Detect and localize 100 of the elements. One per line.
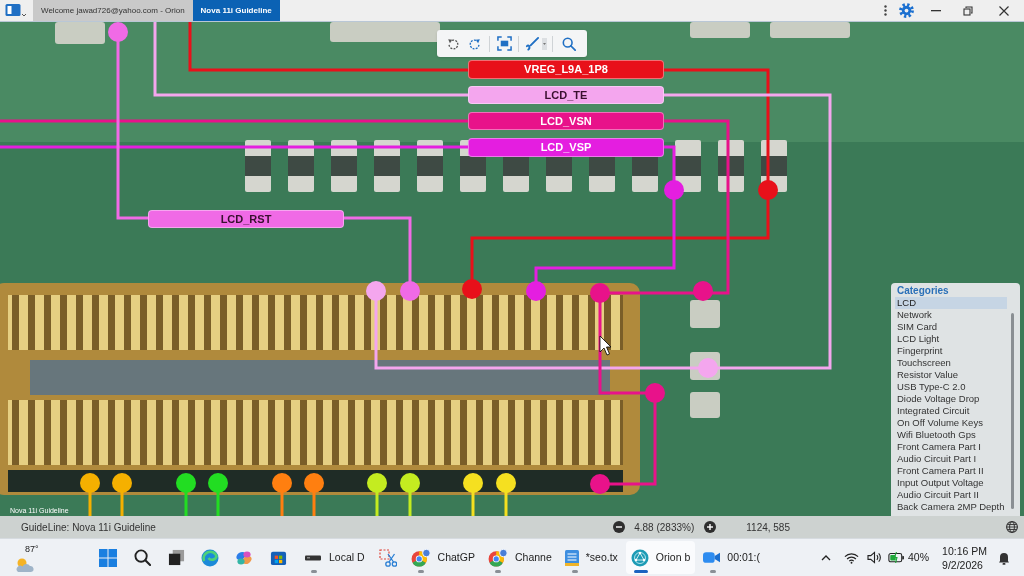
category-item[interactable]: Audio Circuit Part I xyxy=(895,453,1007,465)
zoom-level: 4.88 (2833%) xyxy=(634,520,695,535)
chip-component xyxy=(245,140,271,192)
category-item[interactable]: Diode Voltage Drop xyxy=(895,393,1007,405)
restore-icon[interactable] xyxy=(963,5,973,16)
running-indicator-icon xyxy=(710,570,717,573)
chip-component xyxy=(690,392,720,418)
category-item[interactable]: Wifi Bluetooth Gps xyxy=(895,429,1007,441)
running-indicator-icon xyxy=(311,570,317,573)
category-item[interactable]: Input Output Voltage xyxy=(895,477,1007,489)
net-label[interactable]: VREG_L9A_1P8 xyxy=(468,60,664,79)
category-item[interactable]: USB Type-C 2.0 xyxy=(895,381,1007,393)
tab[interactable]: Welcome jawad726@yahoo.com - Orion xyxy=(33,0,193,21)
net-label[interactable]: LCD_VSP xyxy=(468,138,664,157)
category-item[interactable]: Audio Circuit Part II xyxy=(895,489,1007,501)
taskbar-app-button[interactable]: *seo.tx xyxy=(559,541,623,574)
fit-to-screen-icon[interactable] xyxy=(496,36,512,51)
rotate-right-icon[interactable] xyxy=(468,36,482,51)
chip-component xyxy=(55,22,105,44)
chevron-up-icon[interactable] xyxy=(821,554,832,561)
taskbar-app-button[interactable]: Local D xyxy=(299,541,370,574)
net-label[interactable]: LCD_TE xyxy=(468,86,664,104)
guideline-status: GuideLine: Nova 11i Guideline xyxy=(21,520,156,535)
clock-time[interactable]: 10:16 PM xyxy=(942,543,987,558)
category-item[interactable]: Integrated Circuit xyxy=(895,405,1007,417)
drive-icon xyxy=(304,554,322,561)
category-item[interactable]: Touchscreen xyxy=(895,357,1007,369)
taskbar-app-button[interactable]: Channe xyxy=(482,541,557,574)
app-menu-icon[interactable] xyxy=(5,2,27,19)
category-item[interactable]: SIM Card xyxy=(895,321,1007,333)
chip-component xyxy=(331,140,357,192)
notepad-icon xyxy=(564,549,579,566)
zoom-in-icon[interactable] xyxy=(704,521,717,533)
pad-marker-icon xyxy=(645,383,665,403)
category-item[interactable]: Back Camera 2MP Depth xyxy=(895,501,1007,513)
chip-component xyxy=(417,140,443,192)
running-indicator-icon xyxy=(571,570,578,573)
running-indicator-icon xyxy=(417,570,424,573)
scissors-icon[interactable] xyxy=(378,548,397,567)
taskbar-app-button[interactable]: ChatGP xyxy=(405,541,480,574)
pad-marker-icon xyxy=(693,281,713,301)
running-indicator-icon xyxy=(494,570,501,573)
start-menu-icon[interactable] xyxy=(99,548,117,567)
category-item[interactable]: On Off Volume Keys xyxy=(895,417,1007,429)
pad-marker-icon xyxy=(400,281,420,301)
battery-charging-icon xyxy=(888,552,906,563)
battery-button[interactable]: 40% xyxy=(888,549,930,566)
stacked-windows-icon[interactable] xyxy=(167,549,185,566)
category-item[interactable]: Front Camera Part II xyxy=(895,465,1007,477)
category-item[interactable]: Fingerprint xyxy=(895,345,1007,357)
net-label[interactable]: LCD_VSN xyxy=(468,112,664,130)
category-item[interactable]: Network xyxy=(895,309,1007,321)
shopping-bag-icon[interactable] xyxy=(269,549,287,566)
taskbar-app-button[interactable]: Orion b xyxy=(625,541,696,574)
more-options-icon[interactable] xyxy=(883,5,887,16)
tricolor-circle-icon xyxy=(410,548,431,567)
close-icon[interactable] xyxy=(999,5,1009,16)
panel-title: Categories xyxy=(896,285,949,297)
brush-stroke-icon[interactable] xyxy=(524,36,540,51)
zoom-out-icon[interactable] xyxy=(613,521,626,533)
chip-component xyxy=(288,140,314,192)
search-icon[interactable] xyxy=(133,549,151,566)
active-indicator-icon xyxy=(633,570,648,573)
network-circle-icon xyxy=(630,548,649,567)
tab[interactable]: Nova 11i Guideline xyxy=(192,0,280,21)
chip-component xyxy=(718,140,744,192)
pad-marker-icon xyxy=(108,22,128,42)
chip-component xyxy=(690,22,750,38)
video-camera-icon xyxy=(703,552,721,563)
pad-marker-icon xyxy=(698,358,718,378)
notification-bell-icon[interactable] xyxy=(998,550,1010,565)
pad-marker-icon xyxy=(664,180,684,200)
chip-component xyxy=(690,300,720,328)
pad-marker-icon xyxy=(462,279,482,299)
taskbar-app-button[interactable]: 00:01:( xyxy=(698,541,765,574)
pad-marker-icon xyxy=(526,281,546,301)
pad-marker-icon xyxy=(758,180,778,200)
category-item[interactable]: LCD Light xyxy=(895,333,1007,345)
minimize-icon[interactable] xyxy=(931,9,941,12)
category-item[interactable]: Front Camera Part I xyxy=(895,441,1007,453)
swirl-circle-icon[interactable] xyxy=(201,548,219,567)
globe-icon[interactable] xyxy=(1006,521,1018,533)
pad-marker-icon xyxy=(590,283,610,303)
wifi-icon[interactable] xyxy=(843,551,859,564)
category-item[interactable]: Resistor Value xyxy=(895,369,1007,381)
category-item[interactable]: LCD xyxy=(895,297,1007,309)
tricolor-circle-icon xyxy=(487,548,508,567)
speaker-icon[interactable] xyxy=(866,551,882,564)
pad-marker-icon xyxy=(590,474,610,494)
caret-down-icon[interactable] xyxy=(542,37,547,50)
chip-component xyxy=(374,140,400,192)
settings-icon[interactable] xyxy=(898,3,914,18)
weather-icon xyxy=(14,556,36,573)
net-label[interactable]: LCD_RST xyxy=(148,210,344,228)
clock-date[interactable]: 9/2/2026 xyxy=(942,557,987,572)
rotate-left-icon[interactable] xyxy=(446,36,460,51)
scrollbar-thumb[interactable] xyxy=(1011,313,1014,509)
cursor-coordinates: 1124, 585 xyxy=(746,520,790,535)
pad-marker-icon xyxy=(366,281,386,301)
weather-button[interactable]: 87° xyxy=(12,541,42,574)
